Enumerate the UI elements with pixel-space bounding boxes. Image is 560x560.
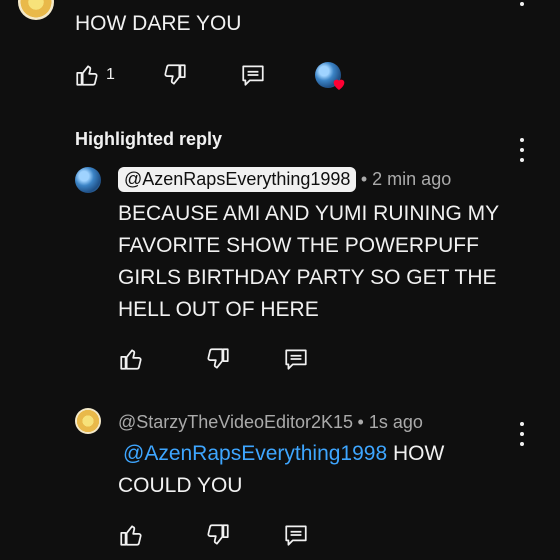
creator-heart: [315, 62, 345, 92]
like-count: 1: [106, 66, 115, 83]
reply-text-line: HELL OUT OF HERE: [118, 298, 319, 321]
thumbs-down-icon[interactable]: [205, 522, 231, 548]
mention-link[interactable]: @AzenRapsEverything1998: [118, 442, 387, 465]
heart-icon: [333, 79, 345, 90]
reply-text-line: GIRLS BIRTHDAY PARTY SO GET THE: [118, 266, 497, 289]
timestamp: • 2 min ago: [360, 169, 452, 189]
thumbs-up-icon[interactable]: [118, 522, 144, 548]
thumbs-up-icon[interactable]: [74, 62, 100, 88]
thumbs-down-icon[interactable]: [205, 346, 231, 372]
reply-text-line: BECAUSE AMI AND YUMI RUINING MY: [118, 202, 500, 225]
reply-text: @AzenRapsEverything1998 HOW COULD YOU: [118, 438, 444, 502]
more-options-icon[interactable]: [518, 0, 526, 6]
comment-text: HOW DARE YOU: [75, 12, 242, 35]
reply-header: @AzenRapsEverything1998 • 2 min ago: [118, 167, 451, 192]
avatar[interactable]: [18, 0, 54, 20]
timestamp: • 1s ago: [357, 412, 423, 432]
reply-text: BECAUSE AMI AND YUMI RUINING MY FAVORITE…: [118, 198, 499, 326]
reply-text-line: @AzenRapsEverything1998 HOW: [118, 438, 444, 470]
reply-icon[interactable]: [283, 522, 309, 548]
reply-text-segment: HOW: [387, 442, 445, 465]
reply-icon[interactable]: [240, 62, 266, 88]
thumbs-up-icon[interactable]: [118, 346, 144, 372]
more-options-icon[interactable]: [518, 138, 526, 162]
reply-icon[interactable]: [283, 346, 309, 372]
author-name[interactable]: @StarzyTheVideoEditor2K15: [118, 412, 353, 432]
thumbs-down-icon[interactable]: [162, 62, 188, 88]
avatar[interactable]: [75, 408, 101, 434]
highlighted-reply-heading: Highlighted reply: [75, 129, 223, 149]
more-options-icon[interactable]: [518, 422, 526, 446]
author-chip[interactable]: @AzenRapsEverything1998: [118, 167, 357, 192]
reply-text-line: FAVORITE SHOW THE POWERPUFF: [118, 234, 479, 257]
reply-text-line: COULD YOU: [118, 474, 243, 497]
reply-header: @StarzyTheVideoEditor2K15 • 1s ago: [118, 412, 423, 433]
avatar[interactable]: [75, 167, 101, 193]
